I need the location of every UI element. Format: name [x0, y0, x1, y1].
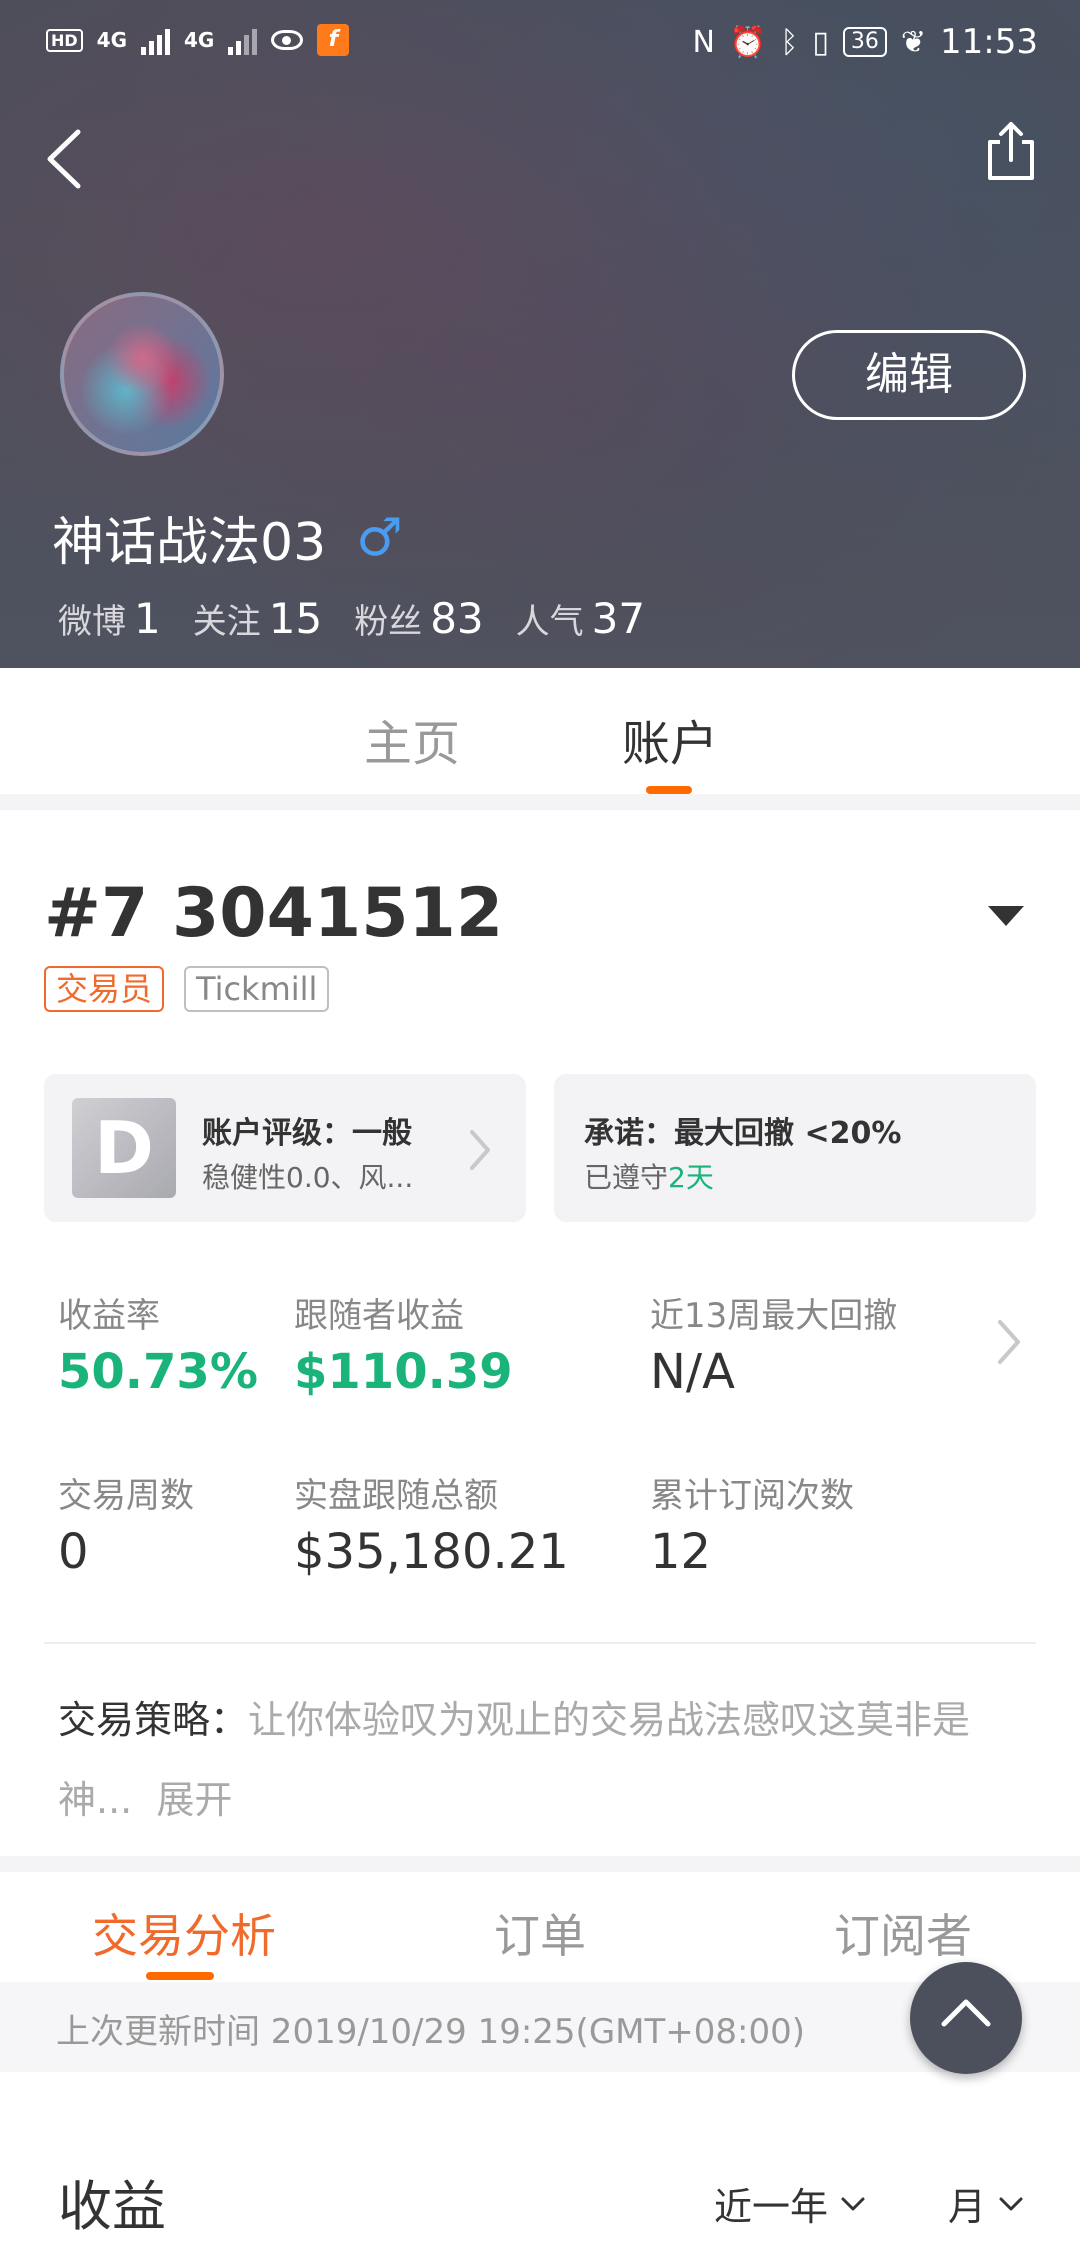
vibrate-icon: ▯ [812, 24, 829, 60]
share-button[interactable] [984, 120, 1038, 182]
metrics-divider [44, 1642, 1036, 1644]
status-left: HD 4G 4G f [46, 24, 350, 56]
male-gender-icon: ♂ [356, 507, 403, 568]
account-number: #7 3041512 [44, 874, 504, 953]
signal-label-1: 4G [96, 28, 128, 52]
range-select[interactable]: 近一年 [714, 2176, 866, 2231]
earnings-title: 收益 [58, 2175, 166, 2238]
metric-label-follow-total: 实盘跟随总额 [294, 1476, 498, 1516]
stat-weibo[interactable]: 微博 1 [58, 594, 161, 643]
metric-value-trade-weeks: 0 [58, 1524, 89, 1580]
trader-tag: 交易员 [44, 966, 165, 1012]
chevron-up-icon [941, 1999, 991, 2027]
tab-home[interactable]: 主页 [364, 704, 460, 774]
nfc-icon: N [692, 24, 715, 60]
eye-icon [271, 30, 304, 50]
chevron-left-icon [47, 129, 81, 189]
share-icon [988, 122, 1034, 180]
metric-label-follower-profit: 跟随者收益 [294, 1296, 464, 1336]
stat-popularity: 人气 37 [515, 594, 646, 643]
status-right: N ⏰ ᛒ ▯ 36 ❦ 11:53 [693, 22, 1038, 62]
promise-title: 承诺：最大回撤 <20% [584, 1116, 902, 1151]
metric-label-trade-weeks: 交易周数 [58, 1476, 194, 1516]
tab-subscribers[interactable]: 订阅者 [834, 1900, 972, 1966]
metric-value-follower-profit: $110.39 [294, 1344, 513, 1400]
status-bar: HD 4G 4G f N ⏰ ᛒ ▯ 36 ❦ 11:53 [0, 0, 1080, 86]
battery-icon: 36 [842, 27, 887, 57]
grade-badge: D [72, 1098, 176, 1198]
signal-label-2: 4G [184, 28, 215, 52]
metric-value-return: 50.73% [58, 1344, 258, 1400]
last-updated-text: 上次更新时间 2019/10/29 19:25(GMT+08:00) [56, 2012, 806, 2052]
metric-label-subscriptions: 累计订阅次数 [650, 1476, 854, 1516]
promise-days: 2天 [668, 1161, 714, 1194]
app-notification-icon: f [317, 24, 350, 56]
account-rating-card[interactable]: D 账户评级：一般 稳健性0.0、风... [44, 1074, 526, 1222]
strategy-label: 交易策略： [58, 1698, 249, 1742]
tab-account[interactable]: 账户 [622, 704, 718, 774]
rating-subtitle: 稳健性0.0、风... [202, 1161, 414, 1194]
tab-orders[interactable]: 订单 [494, 1900, 586, 1966]
stat-following[interactable]: 关注 15 [193, 594, 322, 643]
section-divider-2 [0, 1856, 1080, 1872]
metric-value-max-drawdown: N/A [650, 1344, 735, 1400]
profile-stats: 微博 1 关注 15 粉丝 83 人气 37 [58, 594, 645, 643]
section-divider [0, 794, 1080, 810]
tab-trade-analysis[interactable]: 交易分析 [92, 1900, 276, 1966]
metrics-chevron-right-icon[interactable] [996, 1318, 1022, 1366]
strategy-text: 交易策略：让你体验叹为观止的交易战法感叹这莫非是神... 展开 [58, 1680, 1038, 1840]
period-select[interactable]: 月 [948, 2176, 1024, 2231]
signal-bars-icon-2 [228, 25, 258, 55]
bluetooth-icon: ᛒ [780, 24, 799, 60]
main-tab-bar: 主页 账户 [0, 668, 1080, 794]
chevron-right-icon [470, 1130, 490, 1170]
username: 神话战法03 [52, 513, 327, 573]
rating-title: 账户评级：一般 [202, 1116, 412, 1151]
hd-indicator: HD [46, 28, 83, 52]
chevron-down-icon-2 [999, 2197, 1023, 2210]
stat-followers[interactable]: 粉丝 83 [354, 594, 483, 643]
username-row: 神话战法03 ♂ [52, 500, 403, 575]
edit-profile-button[interactable]: 编辑 [792, 330, 1026, 420]
metric-label-return: 收益率 [58, 1296, 160, 1336]
metric-value-follow-total: $35,180.21 [294, 1524, 569, 1580]
sub-tab-active-indicator [146, 1972, 214, 1980]
back-button[interactable] [42, 126, 92, 192]
profile-header: HD 4G 4G f N ⏰ ᛒ ▯ 36 ❦ 11:53 编辑 神话战法03 … [0, 0, 1080, 668]
metric-label-max-drawdown: 近13周最大回撤 [650, 1296, 898, 1336]
account-dropdown-icon[interactable] [988, 906, 1024, 926]
avatar[interactable] [60, 292, 224, 456]
promise-card[interactable]: 承诺：最大回撤 <20% 已遵守2天 [554, 1074, 1036, 1222]
alarm-icon: ⏰ [729, 24, 767, 60]
promise-sub-prefix: 已遵守 [584, 1161, 669, 1194]
range-select-label: 近一年 [714, 2185, 829, 2229]
chevron-down-icon [841, 2197, 865, 2210]
period-select-label: 月 [948, 2185, 987, 2229]
broker-tag: Tickmill [184, 966, 330, 1012]
signal-bars-icon [141, 25, 171, 55]
leaf-icon: ❦ [900, 24, 927, 60]
scroll-to-top-button[interactable] [910, 1962, 1022, 2074]
metric-value-subscriptions: 12 [650, 1524, 712, 1580]
promise-subtitle: 已遵守2天 [584, 1156, 714, 1196]
status-time: 11:53 [940, 22, 1038, 62]
expand-link[interactable]: 展开 [156, 1778, 232, 1822]
tab-active-indicator [646, 786, 692, 794]
